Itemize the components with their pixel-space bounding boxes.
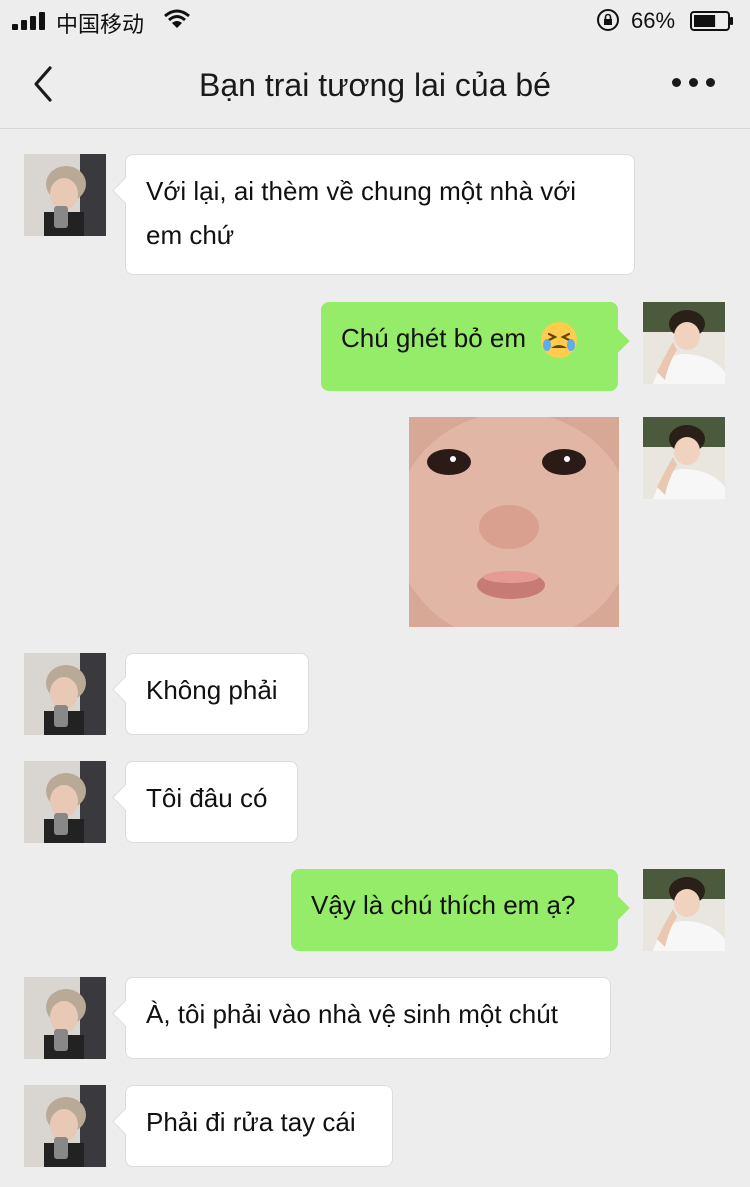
incoming-message-bubble[interactable]: Tôi đâu có <box>125 761 298 843</box>
more-options-icon[interactable] <box>672 78 716 90</box>
battery-percentage: 66% <box>631 8 676 33</box>
incoming-message-bubble[interactable]: Không phải <box>125 653 309 735</box>
back-arrow-icon[interactable] <box>28 64 58 104</box>
incoming-message-bubble[interactable]: Phải đi rửa tay cái <box>125 1085 393 1167</box>
my-avatar[interactable] <box>643 869 725 951</box>
status-bar: 中国移动 66% <box>0 0 750 40</box>
contact-avatar[interactable] <box>24 1085 106 1167</box>
outgoing-message-bubble[interactable]: Chú ghét bỏ em <box>321 302 618 391</box>
signal-strength-icon <box>12 12 48 30</box>
wifi-icon <box>164 9 190 28</box>
contact-avatar[interactable] <box>24 154 106 236</box>
message-text: Tôi đâu có <box>146 783 268 813</box>
chat-header: Bạn trai tương lai của bé <box>0 40 750 129</box>
incoming-message-bubble[interactable]: À, tôi phải vào nhà vệ sinh một chút <box>125 977 611 1059</box>
battery-icon <box>690 11 733 31</box>
contact-avatar[interactable] <box>24 761 106 843</box>
message-text: Phải đi rửa tay cái <box>146 1107 356 1137</box>
message-text: Với lại, ai thèm về chung một nhà với em… <box>146 176 577 250</box>
message-text: À, tôi phải vào nhà vệ sinh một chút <box>146 999 558 1029</box>
my-avatar[interactable] <box>643 417 725 499</box>
my-avatar[interactable] <box>643 302 725 384</box>
message-text: Chú ghét bỏ em <box>341 323 527 353</box>
message-text: Vậy là chú thích em ạ? <box>311 890 576 920</box>
outgoing-message-bubble[interactable]: Vậy là chú thích em ạ? <box>291 869 618 951</box>
rotation-lock-icon <box>597 9 619 31</box>
carrier-name: 中国移动 <box>56 13 145 38</box>
message-text: Không phải <box>146 675 278 705</box>
contact-avatar[interactable] <box>24 653 106 735</box>
crying-face-emoji <box>541 322 578 359</box>
crying-baby-photo[interactable] <box>409 417 619 627</box>
contact-avatar[interactable] <box>24 977 106 1059</box>
incoming-message-bubble[interactable]: Với lại, ai thèm về chung một nhà với em… <box>125 154 635 275</box>
chat-title: Bạn trai tương lai của bé <box>199 67 551 103</box>
